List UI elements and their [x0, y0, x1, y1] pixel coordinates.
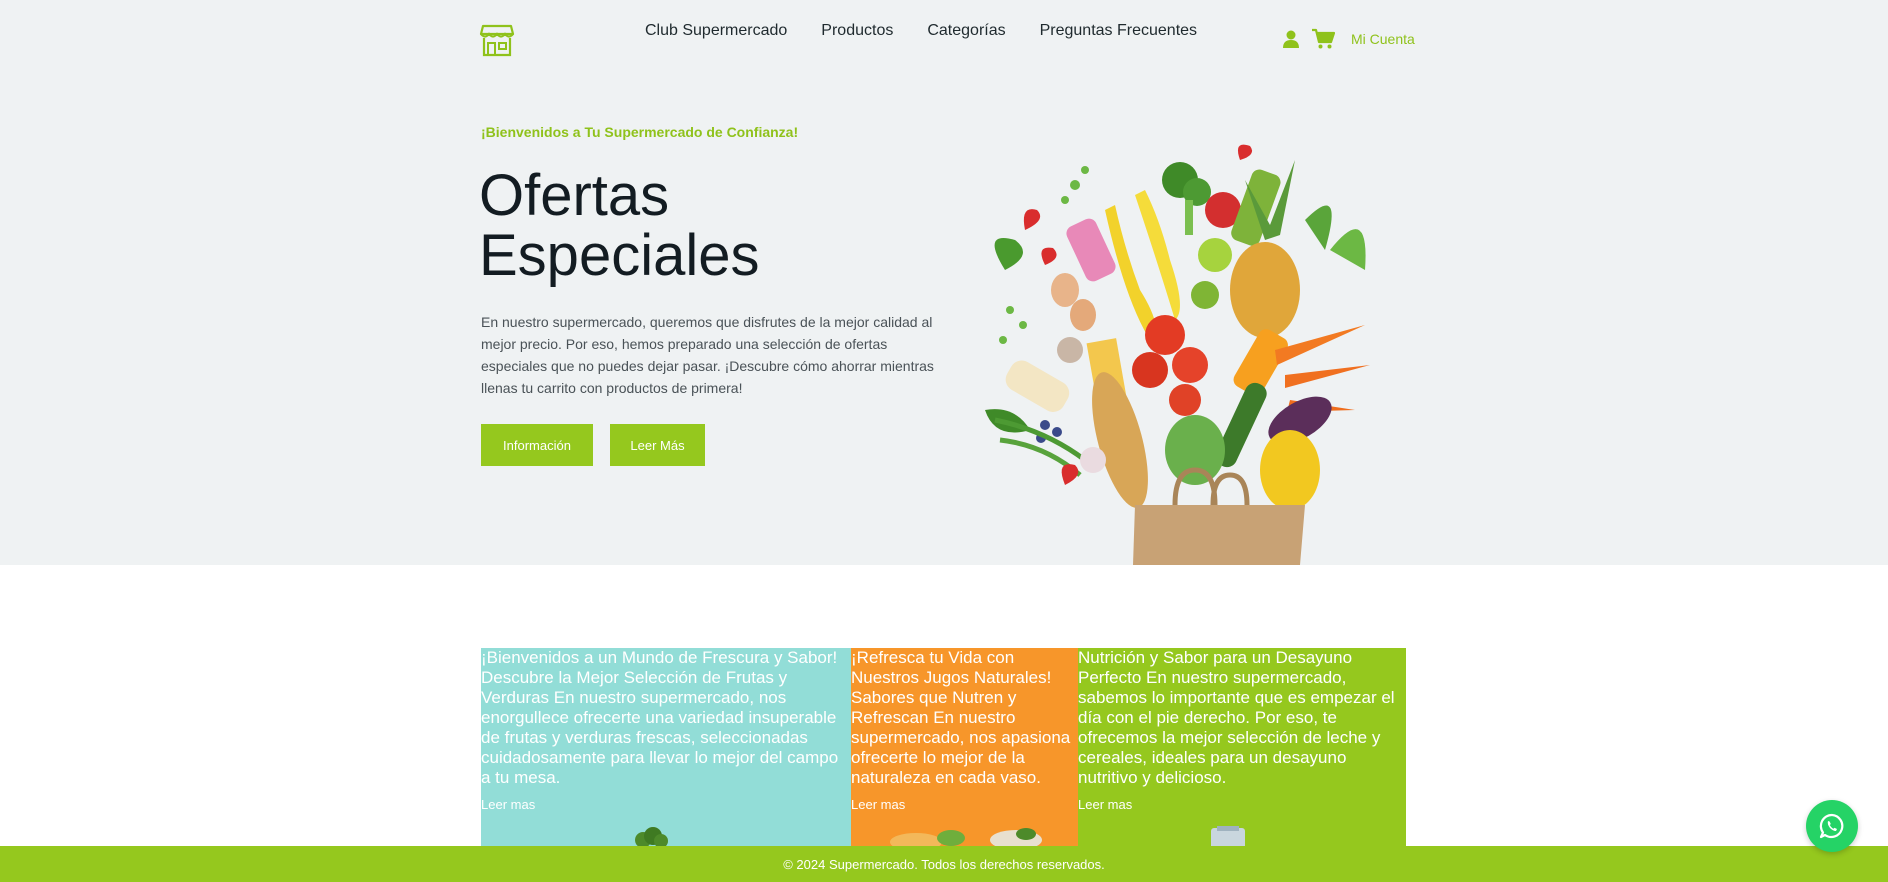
card-read-more-link[interactable]: Leer mas — [481, 797, 535, 812]
card-desayuno: Nutrición y Sabor para un Desayuno Perfe… — [1078, 648, 1406, 846]
card-text: Nutrición y Sabor para un Desayuno Perfe… — [1078, 648, 1395, 787]
grocery-bag-produce-image — [985, 144, 1370, 565]
header-actions: Mi Cuenta — [1281, 28, 1415, 50]
footer-copyright: © 2024 Supermercado. Todos los derechos … — [783, 856, 1105, 872]
nav-productos[interactable]: Productos — [821, 22, 893, 40]
hero-title-line2: Especiales — [479, 223, 760, 288]
main-nav: Club Supermercado Productos Categorías P… — [645, 22, 1197, 40]
milk-bottle-image — [1211, 826, 1245, 846]
card-text: ¡Refresca tu Vida con Nuestros Jugos Nat… — [851, 648, 1071, 787]
card-read-more-link[interactable]: Leer mas — [1078, 797, 1132, 812]
my-account-link[interactable]: Mi Cuenta — [1351, 31, 1415, 47]
whatsapp-button[interactable] — [1806, 800, 1858, 852]
nav-preguntas-frecuentes[interactable]: Preguntas Frecuentes — [1040, 22, 1197, 40]
hero-section: Club Supermercado Productos Categorías P… — [0, 0, 1888, 565]
card-jugos-naturales: ¡Refresca tu Vida con Nuestros Jugos Nat… — [851, 648, 1078, 846]
juices-image — [890, 828, 1042, 846]
broccoli-image — [635, 827, 668, 846]
info-button[interactable]: Información — [481, 424, 593, 466]
store-icon[interactable] — [479, 22, 515, 58]
hero-title: Ofertas Especiales — [479, 166, 899, 286]
hero-description: En nuestro supermercado, queremos que di… — [481, 314, 934, 396]
hero-title-line1: Ofertas — [479, 163, 670, 228]
nav-club-supermercado[interactable]: Club Supermercado — [645, 22, 787, 40]
read-more-button[interactable]: Leer Más — [610, 424, 705, 466]
whatsapp-icon — [1819, 813, 1844, 839]
user-icon[interactable] — [1281, 29, 1301, 49]
cart-icon[interactable] — [1311, 28, 1335, 50]
card-text: ¡Bienvenidos a un Mundo de Frescura y Sa… — [481, 648, 839, 787]
hero-welcome: ¡Bienvenidos a Tu Supermercado de Confia… — [481, 124, 799, 140]
nav-categorias[interactable]: Categorías — [927, 22, 1005, 40]
footer: © 2024 Supermercado. Todos los derechos … — [0, 846, 1888, 882]
card-read-more-link[interactable]: Leer mas — [851, 797, 905, 812]
card-frutas-verduras: ¡Bienvenidos a un Mundo de Frescura y Sa… — [481, 648, 851, 846]
